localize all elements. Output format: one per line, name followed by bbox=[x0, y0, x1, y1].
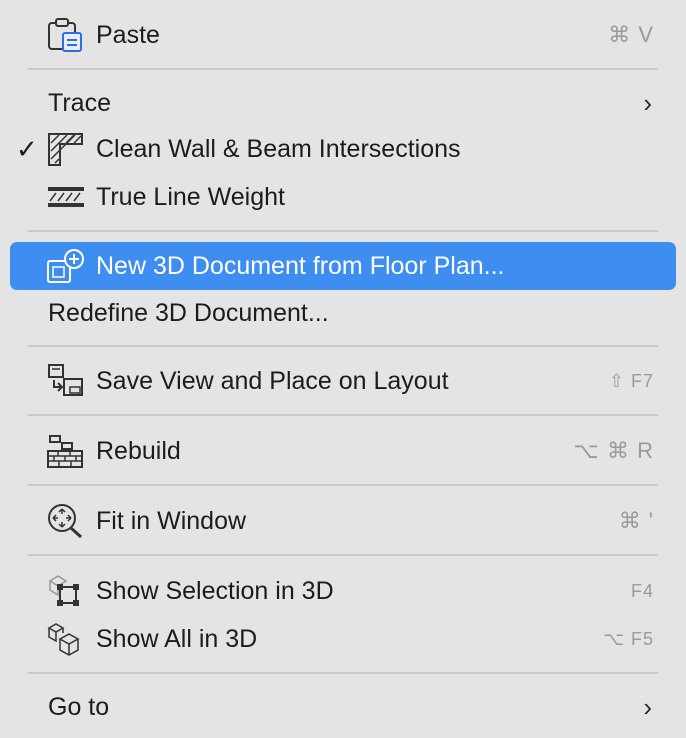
separator bbox=[28, 414, 658, 416]
separator bbox=[28, 230, 658, 232]
separator bbox=[28, 68, 658, 70]
menu-item-save-view-place-on-layout[interactable]: Save View and Place on Layout ⇧ F7 bbox=[10, 357, 676, 405]
new-3d-document-icon bbox=[46, 248, 86, 284]
menu-item-show-selection-3d[interactable]: Show Selection in 3D F4 bbox=[10, 567, 676, 615]
menu-item-fit-in-window[interactable]: Fit in Window ⌘ ' bbox=[10, 497, 676, 545]
menu-item-true-line-weight[interactable]: True Line Weight bbox=[10, 173, 676, 221]
show-all-3d-icon bbox=[46, 621, 86, 657]
checkmark-icon: ✓ bbox=[16, 134, 38, 164]
line-weight-icon bbox=[46, 179, 86, 215]
context-menu: Paste ⌘ V Trace › ✓ Clean Wall & Beam In… bbox=[0, 0, 686, 738]
chevron-right-icon: › bbox=[643, 692, 652, 722]
show-selection-3d-icon bbox=[46, 573, 86, 609]
separator bbox=[28, 672, 658, 674]
fit-in-window-icon bbox=[46, 503, 86, 539]
chevron-right-icon: › bbox=[643, 88, 652, 118]
menu-item-paste[interactable]: Paste ⌘ V bbox=[10, 11, 676, 59]
paste-clipboard-icon bbox=[46, 17, 86, 53]
save-view-layout-icon bbox=[46, 363, 86, 399]
separator bbox=[28, 484, 658, 486]
separator bbox=[28, 554, 658, 556]
menu-item-show-all-3d[interactable]: Show All in 3D ⌥ F5 bbox=[10, 615, 676, 663]
rebuild-icon bbox=[46, 433, 86, 469]
menu-item-redefine-3d-document[interactable]: Redefine 3D Document... bbox=[10, 289, 676, 337]
separator bbox=[28, 345, 658, 347]
menu-item-clean-wall-beam-intersections[interactable]: ✓ Clean Wall & Beam Intersections bbox=[10, 125, 676, 173]
menu-item-rebuild[interactable]: Rebuild ⌥ ⌘ R bbox=[10, 427, 676, 475]
menu-item-go-to[interactable]: Go to › bbox=[10, 683, 676, 731]
wall-intersection-icon bbox=[46, 131, 86, 167]
menu-item-trace[interactable]: Trace › bbox=[10, 79, 676, 127]
menu-item-new-3d-document[interactable]: New 3D Document from Floor Plan... bbox=[10, 242, 676, 290]
